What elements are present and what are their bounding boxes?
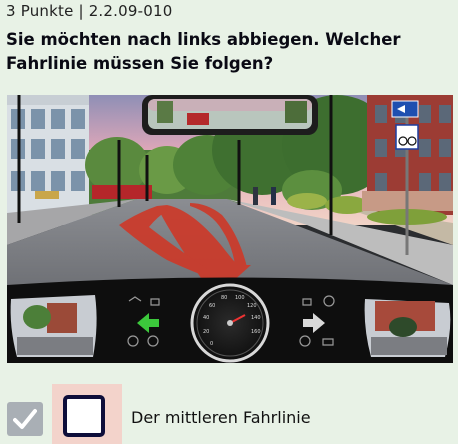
driving-scene-image: 0 20 40 60 80 100 120 140 160 [7,95,453,363]
svg-text:160: 160 [251,329,261,335]
answer-checkbox[interactable] [63,395,105,437]
svg-text:40: 40 [203,315,209,321]
check-icon [7,402,43,436]
red-bus [92,185,152,199]
svg-text:60: 60 [209,303,215,309]
svg-text:80: 80 [221,295,227,301]
svg-text:120: 120 [247,303,257,309]
svg-text:0: 0 [210,341,213,347]
side-mirror-right-icon [364,299,451,357]
question-text: Sie möchten nach links abbiegen. Welcher… [6,30,401,73]
svg-text:100: 100 [235,295,245,301]
rear-mirror-icon [142,95,318,135]
svg-text:20: 20 [203,329,209,335]
speedometer-icon: 020 40 60 80 100 120 140 160 [190,283,270,363]
svg-text:140: 140 [251,315,261,321]
answer-label: Der mittleren Fahrlinie [131,408,311,427]
question-points-id: 3 Punkte | 2.2.09-010 [6,2,173,20]
side-mirror-left-icon [10,295,97,357]
